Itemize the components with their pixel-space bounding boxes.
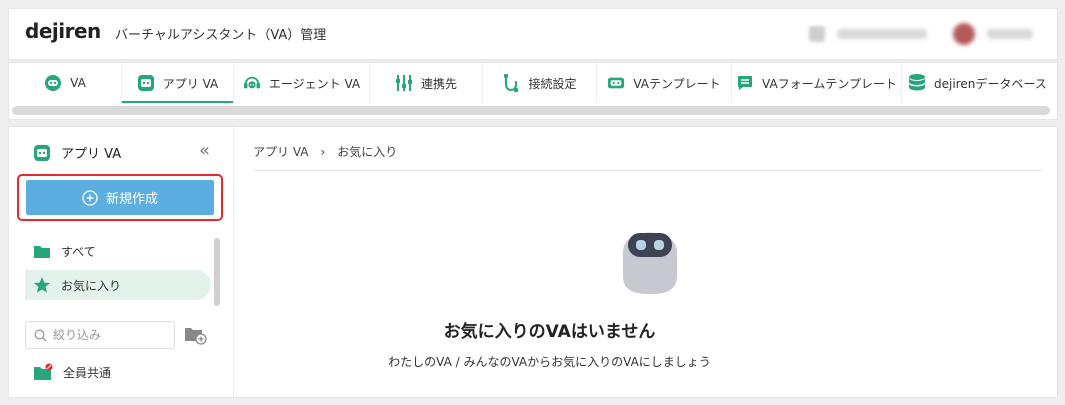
breadcrumb-parent[interactable]: アプリ VA [253,143,308,160]
breadcrumb-separator: › [320,144,326,159]
filter-field[interactable] [25,321,175,349]
sliders-icon [395,74,413,92]
user-name-redacted [987,29,1033,39]
tab-connection-settings[interactable]: 接続設定 [483,63,597,103]
plug-icon [502,74,520,92]
breadcrumb-divider [253,170,1043,171]
sidebar-item-label: すべて [61,244,96,259]
collapse-sidebar-icon[interactable]: « [199,142,210,160]
tab-label: エージェント VA [268,76,361,91]
app-robot-icon [34,144,50,161]
dejiren-logo[interactable]: dejiren [25,19,101,43]
search-icon [34,329,47,341]
user-area[interactable] [809,23,1033,45]
main-panel: アプリ VA « 新規作成 すべて お気に入り 全員共通 [8,126,1058,398]
tab-label: dejirenデータベース [934,76,1047,91]
org-icon[interactable] [809,26,825,42]
robot-illustration-icon [615,214,685,302]
tab-va-template[interactable]: VAテンプレート [597,63,732,103]
sidebar-scrollbar[interactable] [214,238,220,306]
add-folder-button[interactable] [184,325,208,349]
user-avatar[interactable] [953,23,975,45]
template-robot-icon [607,74,625,92]
sidebar-item-all[interactable]: すべて [25,236,211,266]
sidebar-header: アプリ VA [33,143,121,162]
tab-integrations[interactable]: 連携先 [370,63,483,103]
robot-head-icon [44,74,62,92]
tab-va[interactable]: VA [9,63,122,103]
content-area: アプリ VA › お気に入り お気に入りのVAはいません わたしのVA / みん… [253,127,1045,397]
shared-folder-label: 全員共通 [63,365,112,380]
org-name-redacted [837,29,927,39]
folder-icon [34,246,50,258]
sidebar: アプリ VA « 新規作成 すべて お気に入り 全員共通 [9,127,234,397]
tab-va-form-template[interactable]: VAフォームテンプレート [732,63,902,103]
tab-dejiren-database[interactable]: dejirenデータベース [902,63,1057,103]
app-header: dejiren バーチャルアシスタント（VA）管理 [8,8,1058,60]
new-create-button-label: 新規作成 [105,191,158,206]
new-create-button[interactable]: 新規作成 [26,180,214,215]
tab-agent-va[interactable]: エージェント VA [234,63,370,103]
database-icon [908,74,926,92]
breadcrumb-current: お気に入り [337,145,398,159]
empty-state-title: お気に入りのVAはいません [443,322,656,342]
sidebar-item-label: お気に入り [61,278,122,293]
form-template-icon [736,74,754,92]
sidebar-item-shared-all[interactable]: 全員共通 [33,363,111,381]
tab-app-va[interactable]: アプリ VA [122,63,234,103]
main-tab-bar: VA アプリ VA エージェント VA 連携先 接続設定 VAテンプレート VA… [8,62,1058,120]
filter-input[interactable] [53,328,163,342]
tab-label: 接続設定 [528,76,577,91]
plus-circle-icon [82,189,98,206]
sidebar-item-favorites[interactable]: お気に入り [25,270,211,300]
app-title: バーチャルアシスタント（VA）管理 [115,28,327,43]
tab-label: アプリ VA [162,76,219,91]
tab-label: VA [70,76,86,90]
headset-icon [243,74,261,92]
app-robot-icon [137,74,155,92]
add-folder-icon [185,328,207,345]
empty-state-subtitle: わたしのVA / みんなのVAからお気に入りのVAにしましょう [388,355,711,369]
sidebar-title: アプリ VA [61,147,122,162]
tab-scrollbar[interactable] [12,106,1050,115]
tab-label: VAテンプレート [633,76,721,91]
star-icon [34,277,50,293]
breadcrumb: アプリ VA › お気に入り [253,143,397,160]
shared-folder-icon [34,363,53,380]
tab-label: 連携先 [420,76,457,91]
new-button-highlight: 新規作成 [17,174,223,221]
tab-label: VAフォームテンプレート [762,76,897,91]
